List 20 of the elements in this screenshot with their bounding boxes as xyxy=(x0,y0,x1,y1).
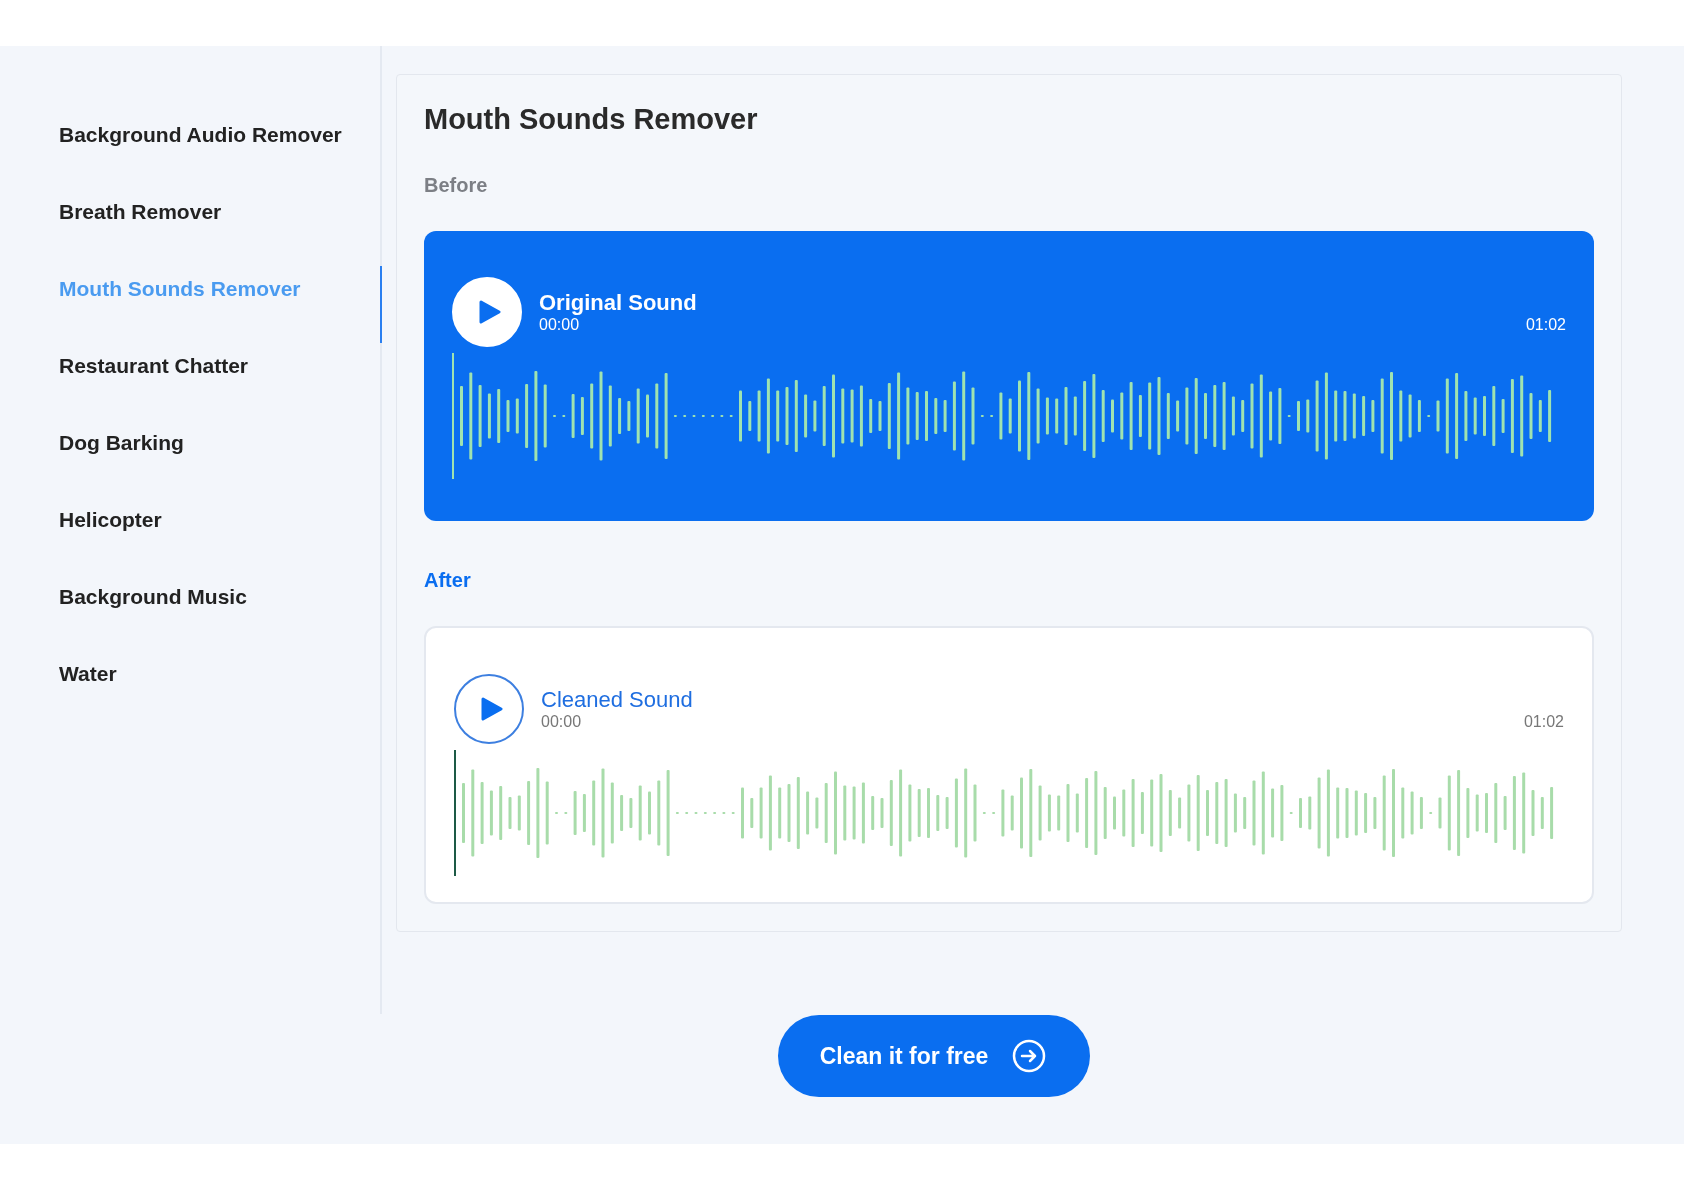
current-time: 00:00 xyxy=(541,713,582,731)
play-icon xyxy=(478,300,501,324)
sidebar-item[interactable]: Background Music xyxy=(0,574,382,651)
duration: 01:02 xyxy=(1523,713,1564,731)
page-title: Mouth Sounds Remover xyxy=(424,103,759,136)
sidebar-item[interactable]: Restaurant Chatter xyxy=(0,343,382,420)
clean-button[interactable]: Clean it for free xyxy=(777,1015,1091,1097)
track-title: Original Sound xyxy=(539,290,698,316)
section-label: After xyxy=(424,569,472,592)
duration: 01:02 xyxy=(1525,316,1566,334)
current-time: 00:00 xyxy=(539,316,580,334)
track-title: Cleaned Sound xyxy=(541,687,694,713)
play-icon xyxy=(480,697,503,721)
sidebar-item[interactable]: Background Audio Remover xyxy=(0,112,382,189)
section-label: Before xyxy=(424,174,489,197)
arrow-circle-icon xyxy=(1012,1039,1047,1073)
sidebar-item[interactable]: Helicopter xyxy=(0,497,382,574)
sidebar-item[interactable]: Breath Remover xyxy=(0,189,382,266)
sidebar-item[interactable]: Dog Barking xyxy=(0,420,382,497)
sidebar-item[interactable]: Water xyxy=(0,651,382,728)
